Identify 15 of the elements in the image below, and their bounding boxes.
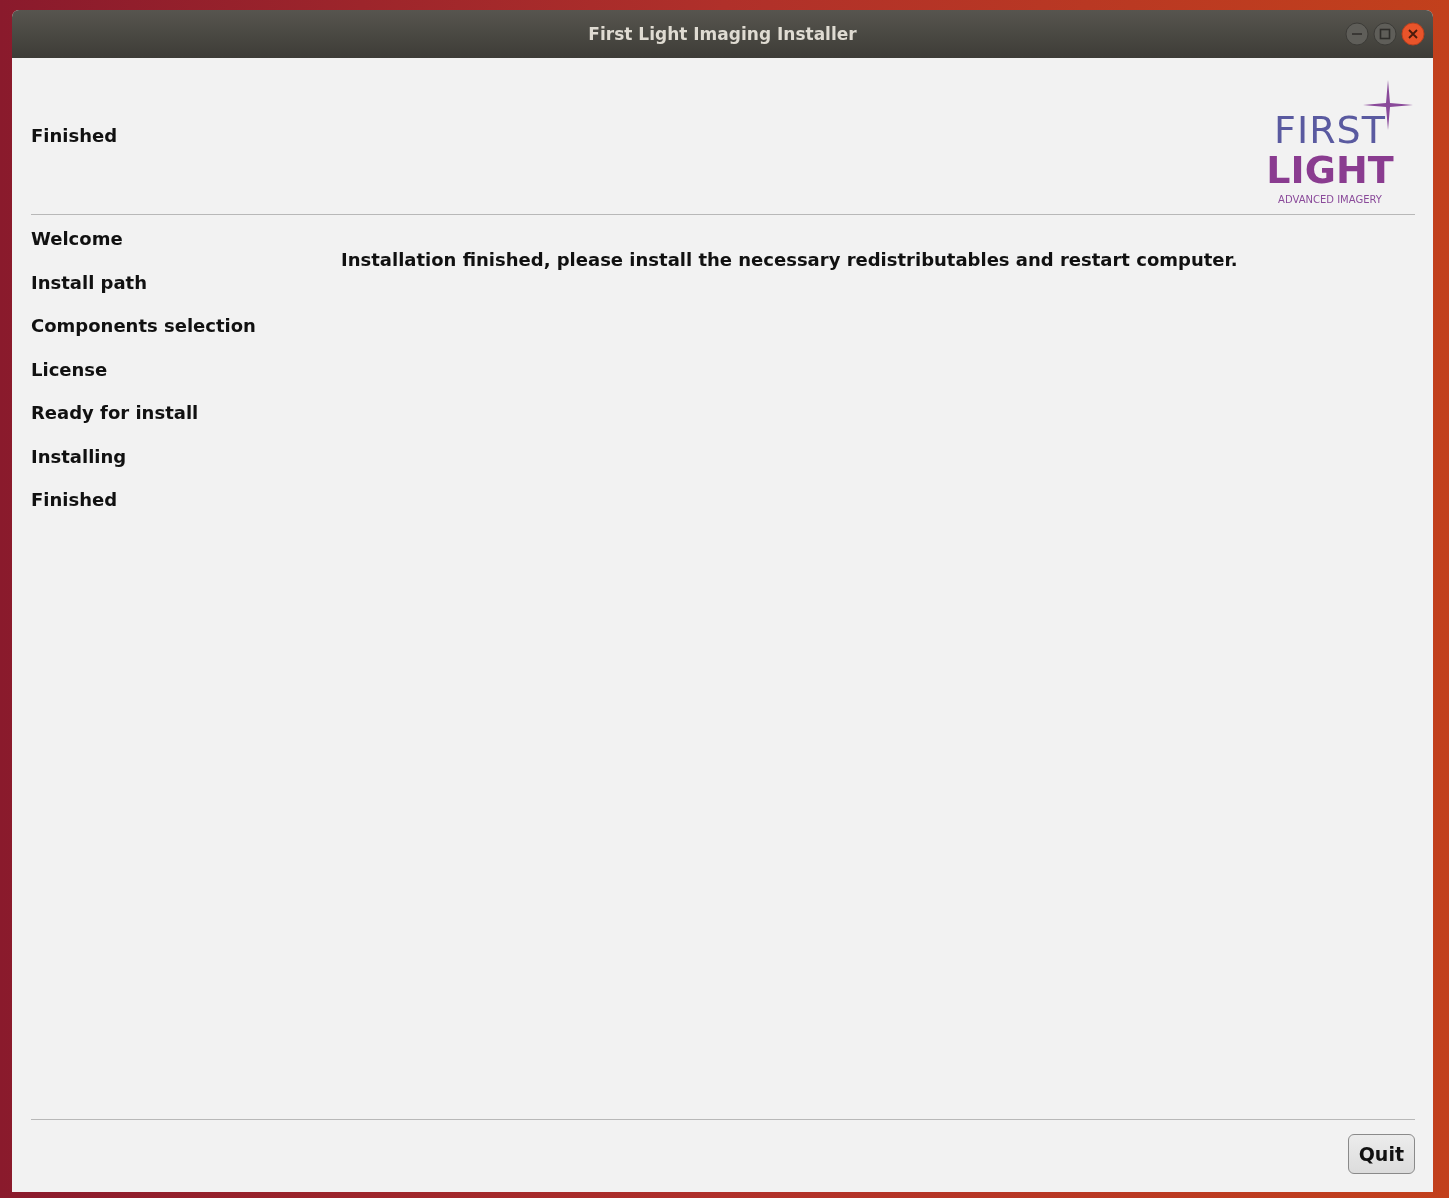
step-label: Welcome	[31, 227, 124, 251]
page-title: Finished	[31, 124, 118, 146]
status-message: Installation finished, please install the necessary redistributables and restart computer.	[341, 248, 1238, 272]
minimize-icon[interactable]	[1345, 22, 1369, 46]
close-icon[interactable]	[1401, 22, 1425, 46]
window-title: First Light Imaging Installer	[588, 24, 857, 44]
step-label: License	[31, 357, 109, 381]
step-label: Components selection	[31, 314, 257, 338]
company-logo: FIRST LIGHT ADVANCED IMAGERY	[1265, 80, 1415, 210]
maximize-icon[interactable]	[1373, 22, 1397, 46]
step-label: Install path	[31, 270, 149, 294]
step-label: Ready for install	[31, 401, 200, 425]
step-label: Installing	[31, 444, 128, 468]
quit-button[interactable]: Quit	[1347, 1134, 1415, 1174]
step-label: Finished	[31, 488, 119, 512]
